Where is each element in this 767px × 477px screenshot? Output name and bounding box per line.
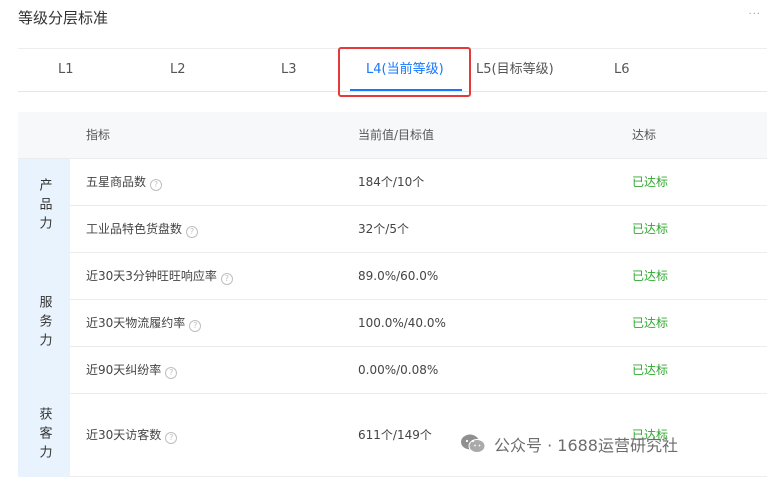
metric-value: 184个/10个 xyxy=(358,175,425,189)
level-standard-table: 指标 当前值/目标值 达标 产品力 五星商品数? 184个/10个 已达标 工业… xyxy=(18,112,767,477)
metric-name: 工业品特色货盘数? xyxy=(86,206,199,252)
table-row: 工业品特色货盘数? 32个/5个 已达标 xyxy=(70,206,767,253)
group-label-acquisition: 获客力 xyxy=(18,394,70,477)
help-icon[interactable]: ? xyxy=(189,320,202,332)
more-icon[interactable]: ··· xyxy=(748,9,761,20)
table-row: 近90天纠纷率? 0.00%/0.08% 已达标 xyxy=(70,347,767,394)
tab-highlight-box xyxy=(338,47,471,97)
metric-status: 已达标 xyxy=(632,363,669,377)
header-status: 达标 xyxy=(632,128,657,142)
metric-name: 近30天3分钟旺旺响应率? xyxy=(86,253,233,299)
group-label-service: 服务力 xyxy=(18,253,70,394)
level-tabs: L1 L2 L3 L4(当前等级) L5(目标等级) L6 xyxy=(18,47,767,97)
metric-name: 近30天访客数? xyxy=(86,394,178,476)
help-icon[interactable]: ? xyxy=(220,273,233,285)
metric-value: 89.0%/60.0% xyxy=(358,269,439,283)
header-value: 当前值/目标值 xyxy=(358,128,435,142)
table-row: 近30天物流履约率? 100.0%/40.0% 已达标 xyxy=(70,300,767,347)
group-service: 服务力 近30天3分钟旺旺响应率? 89.0%/60.0% 已达标 近30天物流… xyxy=(18,253,767,394)
table-row: 五星商品数? 184个/10个 已达标 xyxy=(70,159,767,206)
metric-name: 五星商品数? xyxy=(86,159,163,205)
tab-l1[interactable]: L1 xyxy=(58,49,74,91)
metric-status: 已达标 xyxy=(632,175,669,189)
metric-status: 已达标 xyxy=(632,222,669,236)
page-title: 等级分层标准 xyxy=(18,9,109,27)
wechat-icon xyxy=(461,434,486,453)
metric-value: 32个/5个 xyxy=(358,222,409,236)
table-header: 指标 当前值/目标值 达标 xyxy=(18,112,767,159)
group-product: 产品力 五星商品数? 184个/10个 已达标 工业品特色货盘数? 32个/5个… xyxy=(18,159,767,253)
watermark: 公众号 · 1688运营研究社 xyxy=(460,432,678,456)
tab-l5-target[interactable]: L5(目标等级) xyxy=(476,49,554,91)
metric-value: 611个/149个 xyxy=(358,428,432,442)
group-label-product: 产品力 xyxy=(18,159,70,253)
help-icon[interactable]: ? xyxy=(186,226,199,238)
help-icon[interactable]: ? xyxy=(165,367,178,379)
metric-name: 近30天物流履约率? xyxy=(86,300,202,346)
metric-value: 0.00%/0.08% xyxy=(358,363,439,377)
header-metric: 指标 xyxy=(86,128,111,142)
help-icon[interactable]: ? xyxy=(165,432,178,444)
table-row: 近30天3分钟旺旺响应率? 89.0%/60.0% 已达标 xyxy=(70,253,767,300)
metric-name: 近90天纠纷率? xyxy=(86,347,178,393)
metric-value: 100.0%/40.0% xyxy=(358,316,446,330)
help-icon[interactable]: ? xyxy=(150,179,163,191)
tab-l6[interactable]: L6 xyxy=(614,49,630,91)
tab-l3[interactable]: L3 xyxy=(281,49,297,91)
metric-status: 已达标 xyxy=(632,316,669,330)
tab-l2[interactable]: L2 xyxy=(170,49,186,91)
metric-status: 已达标 xyxy=(632,269,669,283)
watermark-text: 公众号 · 1688运营研究社 xyxy=(494,436,678,455)
